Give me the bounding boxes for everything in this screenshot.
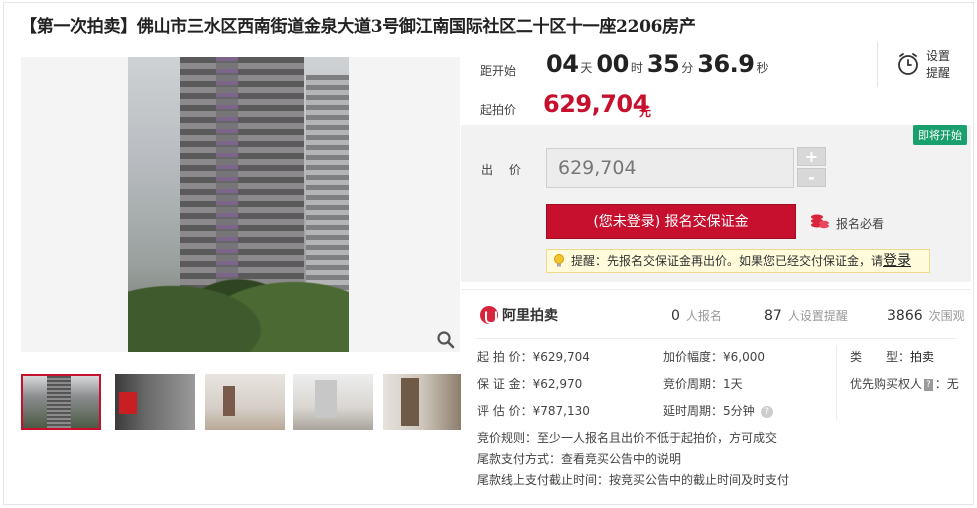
reminder-count-value: 87 — [764, 308, 782, 324]
detail-deposit: 保 证 金：¥62,970 — [477, 377, 583, 391]
detail-start-price: 起 拍 价：¥629,704 — [477, 350, 590, 364]
coin-stack-icon — [811, 214, 829, 229]
lightbulb-icon — [554, 254, 564, 267]
signup-count-label: 人报名 — [685, 309, 722, 323]
bid-panel: 即将开始 出 价 629,704 + - (您未登录) 报名交保证金 报名必看 … — [461, 125, 971, 282]
signup-deposit-button[interactable]: (您未登录) 报名交保证金 — [546, 204, 796, 239]
detail-extension: 延时周期：5分钟? — [663, 402, 773, 419]
countdown-hours-unit: 时 — [630, 61, 643, 75]
countdown-days-unit: 天 — [580, 61, 593, 75]
countdown-seconds: 36.9 — [697, 50, 755, 78]
detail-type: 类 型：拍卖 — [850, 350, 935, 364]
countdown-days: 04 — [546, 50, 579, 78]
set-reminder-button[interactable]: 设置提醒 — [926, 48, 954, 82]
view-count: 3866 次围观 — [887, 307, 965, 324]
increase-bid-button[interactable]: + — [797, 147, 826, 166]
countdown-timer: 04 天 00 时 35 分 36.9 秒 — [546, 50, 773, 78]
thumbnail-3[interactable] — [205, 374, 285, 430]
start-price-label: 起拍价 — [480, 103, 517, 117]
info-icon[interactable]: ? — [924, 378, 933, 391]
auction-info: 阿里拍卖 0 人报名 87 人设置提醒 3866 次围观 起 拍 价：¥629,704… — [461, 289, 971, 499]
ali-auction-logo-icon — [480, 306, 498, 324]
thumbnail-4[interactable] — [293, 374, 373, 430]
detail-appraisal: 评 估 价：¥787,130 — [477, 404, 590, 418]
auction-round-tag: 【第一次拍卖】 — [20, 17, 137, 37]
reminder-count: 87 人设置提醒 — [764, 307, 848, 324]
countdown-minutes-unit: 分 — [681, 61, 694, 75]
view-count-label: 次围观 — [928, 309, 965, 323]
tip-text: 提醒：先报名交保证金再出价。如果您已经交付保证金，请 — [571, 254, 884, 268]
reminder-count-label: 人设置提醒 — [787, 309, 848, 323]
detail-priority-buyer: 优先购买权人? ：无 — [850, 377, 959, 391]
thumbnail-1[interactable] — [21, 374, 101, 430]
countdown-minutes: 35 — [646, 50, 680, 78]
main-photo[interactable] — [21, 57, 460, 352]
bid-amount-input[interactable]: 629,704 — [546, 148, 794, 188]
bid-label: 出 价 — [481, 163, 527, 177]
decrease-bid-button[interactable]: - — [797, 168, 826, 187]
signup-count: 0 人报名 — [671, 307, 722, 324]
countdown-seconds-unit: 秒 — [756, 61, 769, 75]
signup-count-value: 0 — [671, 308, 680, 324]
countdown-hours: 00 — [596, 50, 629, 78]
countdown-label: 距开始 — [480, 64, 517, 78]
detail-bid-cycle: 竞价周期：1天 — [663, 377, 743, 391]
login-tip: 提醒：先报名交保证金再出价。如果您已经交付保证金，请登录 — [546, 249, 930, 273]
divider — [476, 338, 956, 339]
zoom-icon[interactable] — [436, 330, 456, 350]
divider — [836, 345, 837, 420]
detail-payment-deadline: 尾款线上支付截止时间：按竞买公告中的截止时间及时支付 — [477, 473, 790, 487]
help-icon[interactable]: ? — [760, 405, 773, 418]
detail-payment-method: 尾款支付方式：查看竞买公告中的说明 — [477, 452, 682, 466]
alarm-clock-icon[interactable] — [896, 52, 920, 76]
thumbnail-2[interactable] — [115, 374, 195, 430]
property-image — [128, 57, 349, 352]
detail-increment: 加价幅度：¥6,000 — [663, 350, 766, 364]
detail-rules: 竞价规则：至少一人报名且出价不低于起拍价，方可成交 — [477, 431, 778, 445]
thumbnail-5[interactable] — [383, 374, 463, 430]
login-link[interactable]: 登录 — [883, 253, 911, 269]
property-title: 佛山市三水区西南街道金泉大道3号御江南国际社区二十区十一座2206房产 — [136, 17, 696, 37]
start-price-value: 629,704 — [543, 90, 649, 118]
view-count-value: 3866 — [887, 308, 923, 324]
start-price-unit: 元 — [639, 105, 652, 119]
page-title: 【第一次拍卖】佛山市三水区西南街道金泉大道3号御江南国际社区二十区十一座2206… — [20, 12, 696, 37]
signup-must-read-link[interactable]: 报名必看 — [836, 215, 884, 232]
thumbnail-strip — [21, 374, 463, 430]
status-badge: 即将开始 — [913, 125, 967, 145]
ali-auction-logo: 阿里拍卖 — [480, 305, 558, 325]
divider — [877, 42, 878, 87]
logo-text: 阿里拍卖 — [502, 308, 558, 324]
